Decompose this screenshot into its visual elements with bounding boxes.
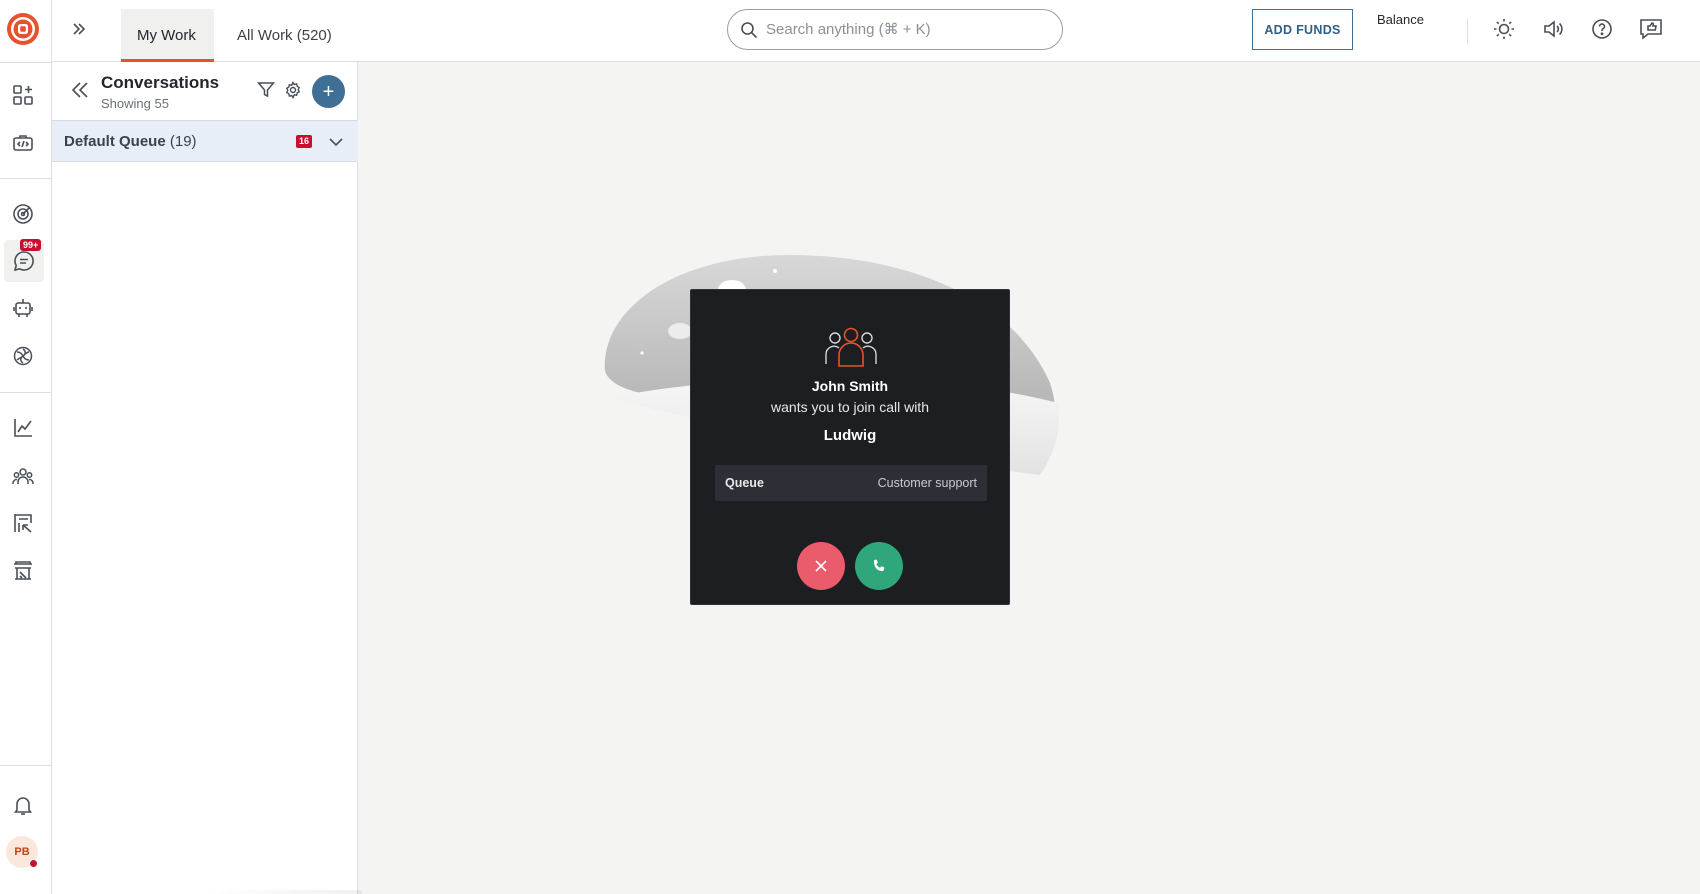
ai-icon[interactable] (9, 342, 37, 370)
bell-icon[interactable] (9, 791, 37, 819)
close-icon (815, 560, 827, 572)
help-icon[interactable] (1589, 16, 1615, 42)
chat-badge: 99+ (20, 239, 42, 251)
global-search[interactable] (727, 9, 1063, 50)
top-header: My Work All Work (520) ADD FUNDS Balance (52, 0, 1700, 62)
accept-call-button[interactable] (855, 542, 903, 590)
header-divider (1467, 18, 1468, 44)
theme-icon[interactable] (1491, 16, 1517, 42)
balance-label: Balance (1377, 12, 1424, 27)
decline-call-button[interactable] (797, 542, 845, 590)
panel-title: Conversations (101, 73, 220, 92)
rail-divider (0, 765, 52, 766)
feedback-icon[interactable] (1638, 16, 1664, 42)
chevron-down-icon[interactable] (326, 132, 346, 152)
queue-info-value: Customer support (877, 476, 977, 490)
tab-all-work[interactable]: All Work (520) (221, 9, 348, 62)
gear-icon[interactable] (282, 79, 304, 101)
queue-count: (19) (169, 133, 197, 150)
call-message: wants you to join call with (771, 399, 929, 415)
phone-icon (873, 559, 885, 572)
tab-my-work[interactable]: My Work (121, 9, 214, 62)
expand-sidebar-button[interactable] (66, 16, 92, 42)
panel-subtitle: Showing 55 (101, 96, 169, 111)
queue-info-label: Queue (725, 476, 764, 490)
chevrons-right-icon (73, 23, 86, 35)
caller-name: John Smith (811, 378, 889, 394)
conversations-panel: Conversations Showing 55 + Default Queue… (52, 62, 362, 894)
search-icon (741, 21, 758, 38)
reports-icon[interactable] (9, 509, 37, 537)
queue-name-label: Default Queue (19) (64, 133, 197, 150)
speaker-icon[interactable] (1540, 16, 1566, 42)
scroll-shadow (202, 890, 362, 894)
search-input[interactable] (766, 21, 1046, 38)
queue-badge: 16 (296, 135, 313, 148)
bot-icon[interactable] (9, 294, 37, 322)
team-icon[interactable] (9, 462, 37, 490)
app-logo[interactable] (6, 12, 40, 46)
queue-row[interactable]: Default Queue (19) 16 (52, 120, 358, 162)
rail-divider (0, 392, 52, 393)
rail-divider (0, 62, 52, 63)
group-call-icon (825, 327, 877, 367)
incoming-call-modal: John Smith wants you to join call with L… (690, 289, 1010, 605)
new-conversation-button[interactable]: + (312, 75, 345, 108)
callee-name: Ludwig (823, 427, 877, 444)
analytics-icon[interactable] (9, 414, 37, 442)
queue-name: Default Queue (64, 133, 166, 150)
add-funds-button[interactable]: ADD FUNDS (1252, 9, 1353, 50)
filter-icon[interactable] (255, 79, 277, 101)
left-rail: 99+ PB (0, 0, 52, 894)
plus-icon: + (322, 80, 335, 103)
developer-icon[interactable] (9, 129, 37, 157)
status-dot (29, 859, 38, 868)
collapse-panel-button[interactable] (68, 78, 92, 102)
queue-info-row: Queue Customer support (715, 465, 987, 501)
store-icon[interactable] (9, 556, 37, 584)
rail-divider (0, 178, 52, 179)
apps-icon[interactable] (9, 81, 37, 109)
target-icon[interactable] (9, 200, 37, 228)
chevrons-left-icon (71, 82, 88, 98)
